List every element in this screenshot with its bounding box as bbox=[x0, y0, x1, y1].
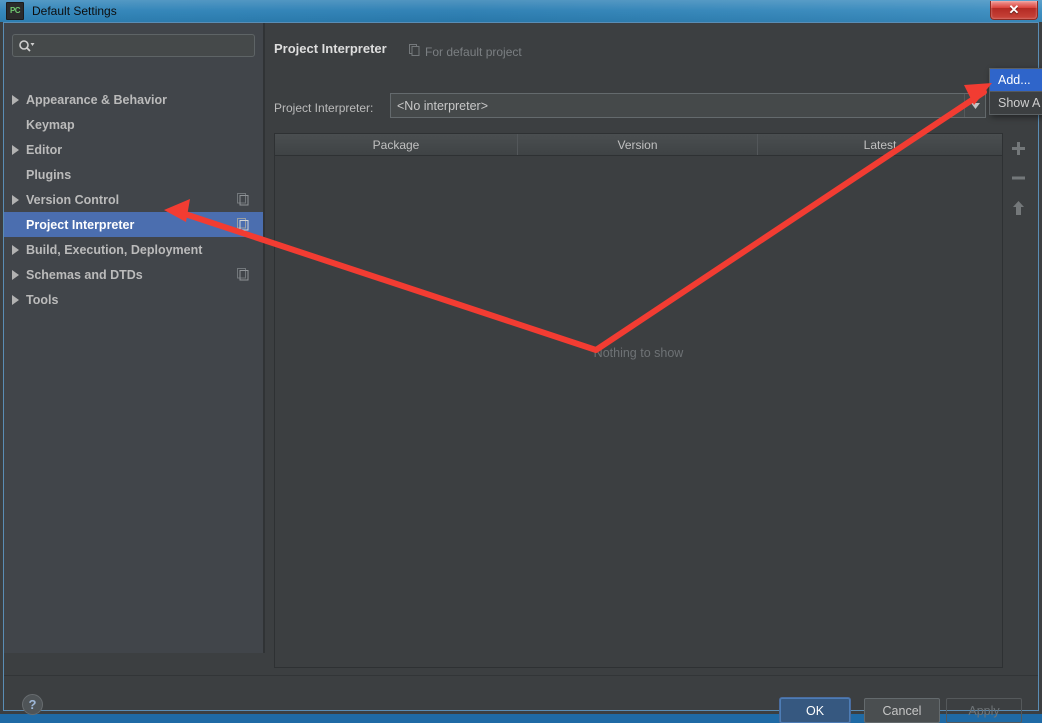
project-interpreter-panel: Project Interpreter For default project … bbox=[265, 23, 1038, 653]
settings-copy-icon[interactable] bbox=[237, 218, 249, 231]
page-title: Project Interpreter bbox=[274, 41, 387, 56]
sidebar-item-label: Editor bbox=[26, 143, 62, 157]
settings-sidebar: Appearance & Behavior Keymap Editor Plugins… bbox=[4, 23, 263, 653]
sidebar-item-label: Plugins bbox=[26, 168, 71, 182]
project-interpreter-combobox[interactable]: <No interpreter> bbox=[390, 93, 986, 118]
sidebar-item-build-execution-deployment[interactable]: Build, Execution, Deployment bbox=[4, 237, 263, 262]
window-title: Default Settings bbox=[32, 4, 117, 18]
desktop-background: PC Default Settings ✕ bbox=[0, 0, 1042, 714]
packages-table-header: PackageVersionLatest bbox=[275, 134, 1002, 156]
search-input[interactable] bbox=[35, 36, 254, 55]
copy-icon bbox=[409, 43, 420, 61]
settings-copy-icon[interactable] bbox=[237, 268, 249, 281]
dialog-button-bar: ? OK Cancel Apply bbox=[4, 676, 1038, 710]
sidebar-item-schemas-and-dtds[interactable]: Schemas and DTDs bbox=[4, 262, 263, 287]
column-header-version[interactable]: Version bbox=[518, 134, 758, 155]
packages-toolbar bbox=[1006, 133, 1030, 229]
tree-spacer bbox=[4, 162, 26, 187]
panel-subtitle-group: For default project bbox=[409, 43, 522, 61]
interpreter-dropdown-menu[interactable]: Add...Show A bbox=[989, 68, 1042, 115]
column-header-package[interactable]: Package bbox=[275, 134, 518, 155]
sidebar-item-plugins[interactable]: Plugins bbox=[4, 162, 263, 187]
interpreter-field-label: Project Interpreter: bbox=[274, 101, 373, 115]
column-header-latest[interactable]: Latest bbox=[758, 134, 1002, 155]
tree-spacer bbox=[4, 212, 26, 237]
chevron-down-icon[interactable] bbox=[964, 94, 985, 117]
tree-spacer bbox=[4, 112, 26, 137]
cancel-button[interactable]: Cancel bbox=[864, 698, 940, 723]
menu-item-show-a[interactable]: Show A bbox=[990, 92, 1042, 114]
close-window-button[interactable]: ✕ bbox=[990, 1, 1038, 20]
pycharm-app-icon: PC bbox=[6, 2, 24, 20]
apply-button: Apply bbox=[946, 698, 1022, 723]
sidebar-item-version-control[interactable]: Version Control bbox=[4, 187, 263, 212]
expand-arrow-icon[interactable] bbox=[4, 287, 26, 312]
add-package-button[interactable] bbox=[1006, 133, 1030, 163]
ok-button[interactable]: OK bbox=[780, 698, 850, 723]
expand-arrow-icon[interactable] bbox=[4, 237, 26, 262]
sidebar-item-label: Keymap bbox=[26, 118, 75, 132]
window-title-bar: PC Default Settings ✕ bbox=[0, 0, 1042, 22]
sidebar-item-label: Tools bbox=[26, 293, 58, 307]
search-icon bbox=[18, 39, 35, 52]
packages-table: PackageVersionLatest Nothing to show bbox=[274, 133, 1003, 668]
settings-dialog-window: PC Default Settings ✕ bbox=[0, 0, 1042, 714]
expand-arrow-icon[interactable] bbox=[4, 187, 26, 212]
sidebar-item-label: Build, Execution, Deployment bbox=[26, 243, 202, 257]
sidebar-item-editor[interactable]: Editor bbox=[4, 137, 263, 162]
sidebar-item-keymap[interactable]: Keymap bbox=[4, 112, 263, 137]
remove-package-button[interactable] bbox=[1006, 163, 1030, 193]
sidebar-item-label: Appearance & Behavior bbox=[26, 93, 167, 107]
sidebar-item-appearance-behavior[interactable]: Appearance & Behavior bbox=[4, 87, 263, 112]
menu-item-add[interactable]: Add... bbox=[990, 69, 1042, 91]
help-button[interactable]: ? bbox=[22, 694, 43, 715]
sidebar-item-project-interpreter[interactable]: Project Interpreter bbox=[4, 212, 263, 237]
panel-subtitle: For default project bbox=[425, 45, 522, 59]
dialog-body: Appearance & Behavior Keymap Editor Plugins… bbox=[3, 22, 1039, 711]
settings-search-box[interactable] bbox=[12, 34, 255, 57]
expand-arrow-icon[interactable] bbox=[4, 262, 26, 287]
settings-copy-icon[interactable] bbox=[237, 193, 249, 206]
sidebar-item-label: Project Interpreter bbox=[26, 218, 134, 232]
sidebar-item-tools[interactable]: Tools bbox=[4, 287, 263, 312]
interpreter-selected-value: <No interpreter> bbox=[391, 99, 964, 113]
empty-state-text: Nothing to show bbox=[275, 346, 1002, 360]
expand-arrow-icon[interactable] bbox=[4, 137, 26, 162]
expand-arrow-icon[interactable] bbox=[4, 87, 26, 112]
sidebar-item-label: Schemas and DTDs bbox=[26, 268, 143, 282]
sidebar-item-label: Version Control bbox=[26, 193, 119, 207]
packages-table-body[interactable]: Nothing to show bbox=[275, 156, 1002, 667]
upgrade-package-button[interactable] bbox=[1006, 193, 1030, 223]
settings-tree: Appearance & Behavior Keymap Editor Plugins… bbox=[4, 87, 263, 312]
